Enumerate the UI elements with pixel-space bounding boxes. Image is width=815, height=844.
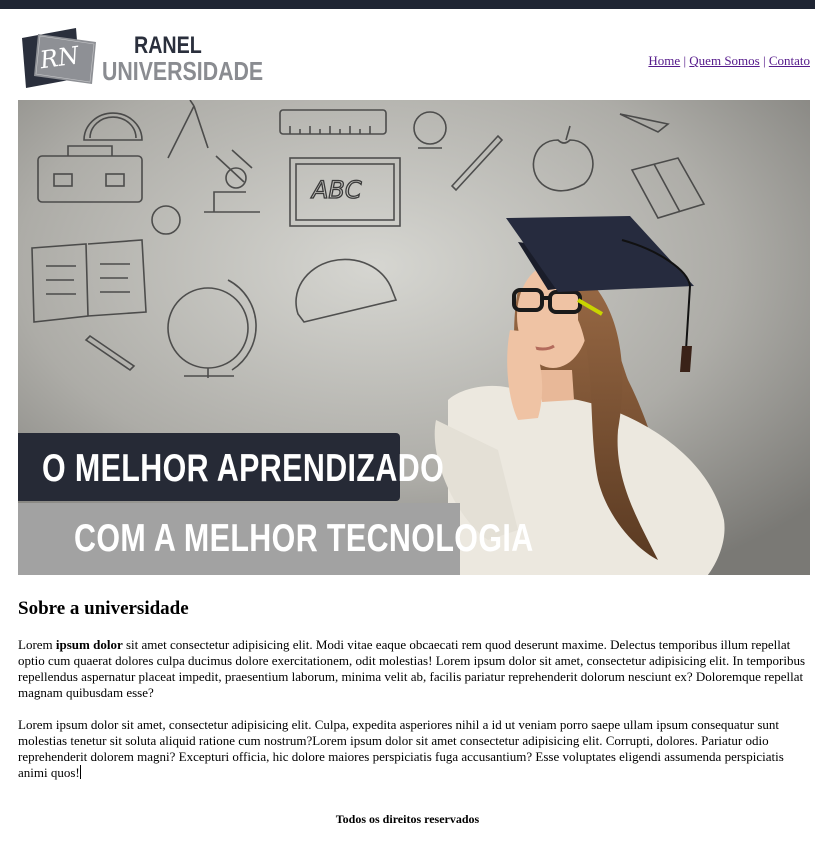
- logo-monogram-icon: RN: [22, 28, 96, 88]
- main-nav: Home | Quem Somos | Contato: [648, 53, 810, 69]
- hero-subheadline-banner: COM A MELHOR TECNOLOGIA: [18, 503, 533, 575]
- nav-separator: |: [762, 53, 766, 68]
- logo-name: RANEL: [134, 32, 202, 59]
- section-title: Sobre a universidade: [18, 598, 189, 619]
- paragraph-text: Lorem ipsum dolor sit amet, consectetur …: [18, 717, 784, 780]
- paragraph-text: sit amet consectetur adipisicing elit. M…: [18, 637, 806, 700]
- svg-text:ABC: ABC: [310, 176, 362, 204]
- text-cursor: [79, 765, 81, 779]
- svg-text:RN: RN: [37, 41, 82, 74]
- about-paragraph-1: Lorem ipsum dolor sit amet consectetur a…: [18, 637, 810, 701]
- paragraph-text: Lorem: [18, 637, 56, 652]
- about-section: Sobre a universidade Lorem ipsum dolor s…: [18, 598, 810, 797]
- footer-text: Todos os direitos reservados: [335, 812, 480, 826]
- logo-subtitle: UNIVERSIDADE: [102, 56, 264, 86]
- site-footer: Todos os direitos reservados: [0, 812, 815, 827]
- about-paragraph-2: Lorem ipsum dolor sit amet, consectetur …: [18, 717, 810, 781]
- bold-text: ipsum dolor: [55, 637, 123, 652]
- nav-link-quem-somos[interactable]: Quem Somos: [689, 53, 759, 68]
- hero-headline-banner: O MELHOR APRENDIZADO: [18, 433, 444, 501]
- nav-separator: |: [683, 53, 687, 68]
- hero-banner: ABC O MELHOR APRENDIZADO COM A MELHOR TE…: [18, 100, 810, 575]
- top-bar: [0, 0, 815, 9]
- site-header: RN RANEL UNIVERSIDADE Home | Quem Somos …: [18, 24, 810, 92]
- hero-headline: O MELHOR APRENDIZADO: [42, 447, 445, 490]
- nav-link-home[interactable]: Home: [648, 53, 680, 68]
- site-logo[interactable]: RN RANEL UNIVERSIDADE: [18, 24, 263, 92]
- hero-subheadline: COM A MELHOR TECNOLOGIA: [74, 517, 534, 560]
- nav-link-contato[interactable]: Contato: [769, 53, 810, 68]
